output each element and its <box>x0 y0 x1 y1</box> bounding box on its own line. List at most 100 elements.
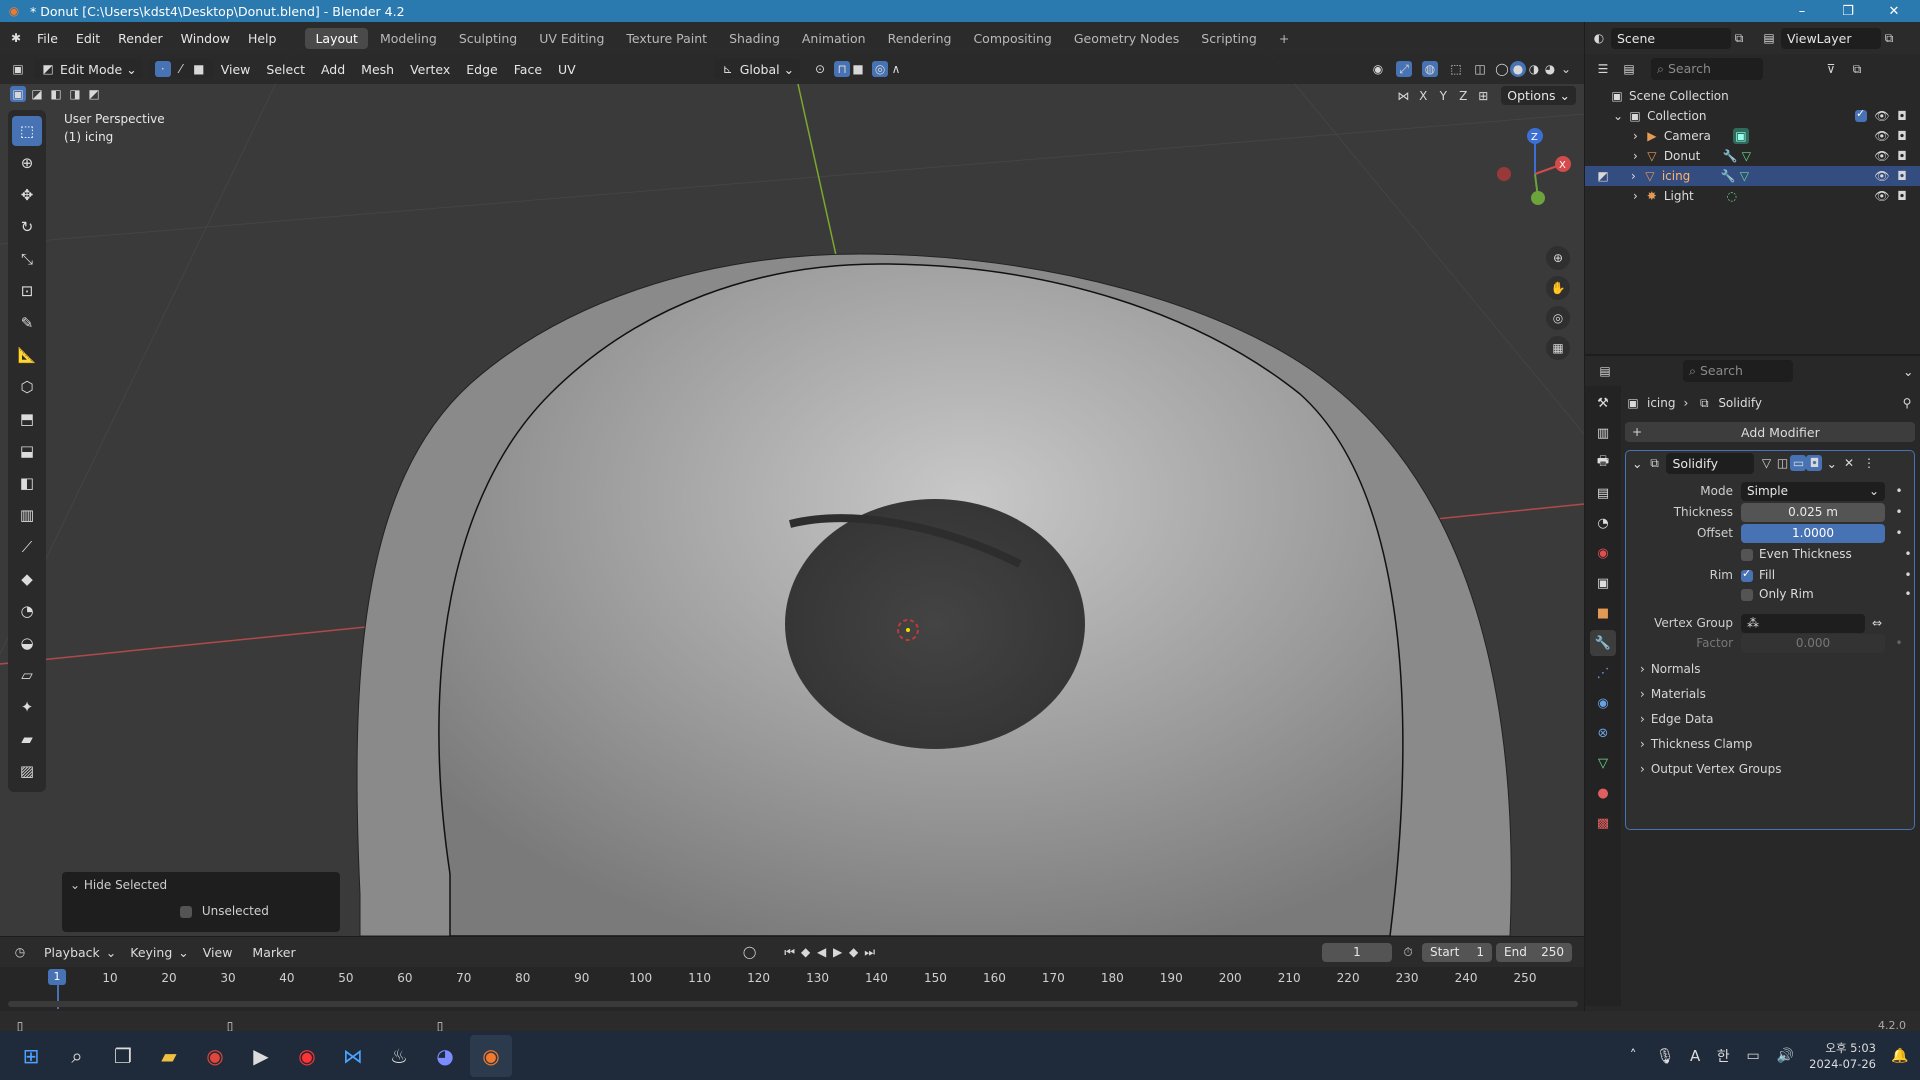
notifications-bell-icon[interactable]: 🔔 <box>1886 1035 1914 1077</box>
maximize-button[interactable]: ❐ <box>1826 0 1870 22</box>
data-tab[interactable]: ▽ <box>1590 750 1616 776</box>
outliner-item-donut[interactable]: › ▽ Donut 🔧 ▽ 👁 ◘ <box>1585 146 1920 166</box>
mirror-y-toggle[interactable]: Y <box>1435 88 1451 104</box>
blender-menu-icon[interactable]: ✱ <box>8 30 24 46</box>
tab-geometry-nodes[interactable]: Geometry Nodes <box>1064 28 1189 49</box>
keyframe-dot-icon[interactable]: • <box>1900 586 1916 602</box>
outliner-item-camera[interactable]: › ▶ Camera ▣ 👁 ◘ <box>1585 126 1920 146</box>
poly-build-tool[interactable]: ◆ <box>12 564 42 594</box>
chevron-right-icon[interactable]: › <box>1631 169 1636 183</box>
thickness-field[interactable]: 0.025 m <box>1741 502 1885 522</box>
render-toggle-icon[interactable]: ◘ <box>1806 455 1823 471</box>
tab-layout[interactable]: Layout <box>305 27 368 49</box>
hide-selected-panel[interactable]: ⌄ Hide Selected Unselected <box>62 872 340 932</box>
even-thickness-checkbox[interactable] <box>1741 548 1753 561</box>
material-preview-icon[interactable]: ◑ <box>1526 61 1542 77</box>
timer-icon[interactable]: ⏱ <box>1400 944 1416 960</box>
light-data-icon[interactable]: ◌ <box>1724 188 1740 204</box>
mirror-x-toggle[interactable]: X <box>1415 88 1431 104</box>
overlays-icon[interactable]: ◍ <box>1422 61 1438 77</box>
minimize-button[interactable]: – <box>1780 0 1824 22</box>
new-collection-icon[interactable]: ⧉ <box>1849 61 1865 77</box>
outliner-editor-icon[interactable]: ☰ <box>1595 61 1611 77</box>
visibility-eye-icon[interactable]: 👁 <box>1874 128 1890 144</box>
select-new-icon[interactable]: ▣ <box>10 86 26 102</box>
collection-tab[interactable]: ▣ <box>1590 570 1616 596</box>
mirror-z-toggle[interactable]: Z <box>1455 88 1471 104</box>
chevron-down-icon[interactable]: ⌄ <box>1632 456 1642 471</box>
measure-tool[interactable]: 📐 <box>12 340 42 370</box>
viewport-menu-face[interactable]: Face <box>506 62 550 77</box>
properties-search-input[interactable]: ⌕ Search <box>1683 360 1793 382</box>
chevron-right-icon[interactable]: › <box>1633 129 1638 143</box>
perspective-toggle-icon[interactable]: ▦ <box>1546 336 1570 360</box>
rotate-tool[interactable]: ↻ <box>12 212 42 242</box>
start-frame-field[interactable]: Start 1 <box>1422 942 1492 962</box>
collection-row[interactable]: ⌄ ▣ Collection 👁 ◘ <box>1585 106 1920 126</box>
proportional-editing-icon[interactable]: ◎ <box>872 61 889 77</box>
chevron-down-icon[interactable]: ⌄ <box>1903 364 1913 379</box>
transform-tool[interactable]: ⊡ <box>12 276 42 306</box>
chevron-right-icon[interactable]: › <box>1633 149 1638 163</box>
timeline-menu-marker[interactable]: Marker <box>246 945 301 960</box>
modifier-name-field[interactable]: Solidify <box>1666 452 1755 474</box>
edit-mode-toggle-icon[interactable]: ▽ <box>1758 455 1774 471</box>
viewport-menu-mesh[interactable]: Mesh <box>353 62 402 77</box>
jump-end-icon[interactable]: ⏭ <box>862 944 878 960</box>
ime-mode-label[interactable]: A <box>1681 1047 1709 1065</box>
axis-gizmo[interactable]: Z X <box>1480 114 1580 234</box>
windows-start-icon[interactable]: ⊞ <box>10 1035 52 1077</box>
subpanel-materials[interactable]: › Materials <box>1640 684 1706 704</box>
render-camera-icon[interactable]: ◘ <box>1894 128 1910 144</box>
viewport-menu-select[interactable]: Select <box>258 62 313 77</box>
chevron-right-icon[interactable]: › <box>1633 189 1638 203</box>
fill-option[interactable]: Fill <box>1741 567 1775 582</box>
render-camera-icon[interactable]: ◘ <box>1894 188 1910 204</box>
face-select-icon[interactable]: ■ <box>191 61 207 77</box>
3d-viewport[interactable]: ▣ ◩ Edit Mode ⌄ · ⁄ ■ View Select Add Me… <box>0 54 1584 936</box>
chrome-icon[interactable]: ◉ <box>194 1035 236 1077</box>
constraints-tab[interactable]: ⊗ <box>1590 720 1616 746</box>
view-layer-icon[interactable]: ▤ <box>1761 30 1777 46</box>
tab-sculpting[interactable]: Sculpting <box>449 28 527 49</box>
microphone-icon[interactable]: 🎙 <box>1651 1035 1679 1077</box>
viewport-menu-uv[interactable]: UV <box>550 62 584 77</box>
shrink-fatten-tool[interactable]: ✦ <box>12 692 42 722</box>
volume-icon[interactable]: 🔊 <box>1771 1035 1799 1077</box>
options-dropdown[interactable]: Options ⌄ <box>1501 86 1576 105</box>
scene-tab[interactable]: ◔ <box>1590 510 1616 536</box>
select-mode-group[interactable]: · ⁄ ■ <box>148 59 213 79</box>
invert-vertex-group-icon[interactable]: ⇔ <box>1869 615 1885 631</box>
shading-options-icon[interactable]: ⌄ <box>1558 61 1574 77</box>
spin-tool[interactable]: ◔ <box>12 596 42 626</box>
modifier-wrench-icon[interactable]: 🔧 <box>1722 148 1738 164</box>
timeline-menu-playback[interactable]: Playback <box>38 945 106 960</box>
viewport-canvas[interactable] <box>0 54 1584 936</box>
properties-editor-icon[interactable]: ▤ <box>1597 363 1613 379</box>
visibility-eye-icon[interactable]: 👁 <box>1874 148 1890 164</box>
tab-texture-paint[interactable]: Texture Paint <box>616 28 717 49</box>
add-workspace-button[interactable]: + <box>1269 28 1299 49</box>
network-icon[interactable]: ▭ <box>1739 1035 1767 1077</box>
object-tab[interactable]: ■ <box>1590 600 1616 626</box>
mode-selector[interactable]: ◩ Edit Mode ⌄ <box>34 59 143 79</box>
solid-shading-icon[interactable]: ● <box>1510 61 1526 77</box>
menu-help[interactable]: Help <box>239 31 286 46</box>
clock[interactable]: 오후 5:03 2024-07-26 <box>1809 1040 1876 1072</box>
viewport-menu-add[interactable]: Add <box>313 62 353 77</box>
playhead[interactable]: 1 <box>48 969 66 985</box>
snap-icon[interactable]: ⊓ <box>834 61 851 77</box>
keyframe-dot-icon[interactable]: • <box>1891 525 1907 541</box>
viewport-toggle-icon[interactable]: ▭ <box>1790 455 1807 471</box>
play-reverse-icon[interactable]: ◀ <box>814 944 830 960</box>
rendered-shading-icon[interactable]: ◕ <box>1542 61 1558 77</box>
timeline-scrollbar[interactable] <box>8 1001 1578 1007</box>
gizmo-toggle-icon[interactable]: ⤢ <box>1396 61 1412 77</box>
tray-chevron-icon[interactable]: ˄ <box>1619 1035 1647 1077</box>
task-view-icon[interactable]: ❐ <box>102 1035 144 1077</box>
vertex-group-field[interactable]: ⁂ <box>1741 613 1865 633</box>
mode-dropdown[interactable]: Simple ⌄ <box>1741 481 1885 501</box>
hide-panel-header[interactable]: ⌄ Hide Selected <box>62 872 340 898</box>
blender-taskbar-icon[interactable]: ◉ <box>470 1034 512 1077</box>
edge-slide-tool[interactable]: ▱ <box>12 660 42 690</box>
